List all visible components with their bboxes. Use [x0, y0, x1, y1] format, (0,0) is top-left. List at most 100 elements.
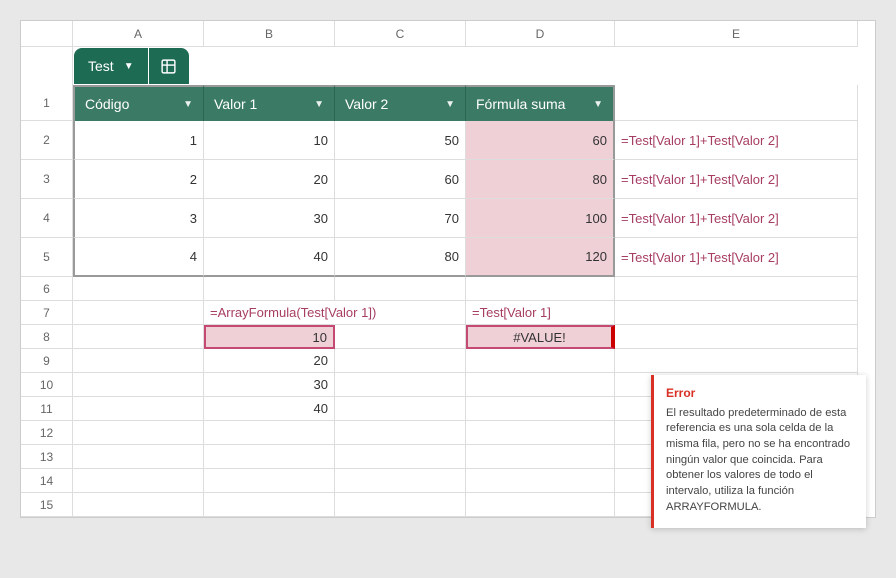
cell-d8[interactable]: #VALUE!	[466, 325, 615, 349]
cell-c12[interactable]	[335, 421, 466, 445]
table-header-valor1[interactable]: Valor 1 ▼	[204, 85, 335, 121]
chevron-down-icon[interactable]: ▼	[314, 99, 324, 110]
cell-d10[interactable]	[466, 373, 615, 397]
row-header-12[interactable]: 12	[21, 421, 73, 445]
cell-a4[interactable]: 3	[73, 199, 204, 238]
cell-c13[interactable]	[335, 445, 466, 469]
cell-e8[interactable]	[615, 325, 858, 349]
cell-a2[interactable]: 1	[73, 121, 204, 160]
cell-a12[interactable]	[73, 421, 204, 445]
col-header-d[interactable]: D	[466, 21, 615, 47]
cell-c3[interactable]: 60	[335, 160, 466, 199]
table-header-formula[interactable]: Fórmula suma ▼	[466, 85, 615, 121]
cell-a3[interactable]: 2	[73, 160, 204, 199]
cell-c6[interactable]	[335, 277, 466, 301]
cell-d14[interactable]	[466, 469, 615, 493]
cell-b10[interactable]: 30	[204, 373, 335, 397]
cell-b8[interactable]: 10	[204, 325, 335, 349]
cell-e9[interactable]	[615, 349, 858, 373]
cell-c2[interactable]: 50	[335, 121, 466, 160]
cell-e6[interactable]	[615, 277, 858, 301]
cell-b4[interactable]: 30	[204, 199, 335, 238]
header-label: Valor 1	[214, 96, 257, 112]
cell-b7[interactable]: =ArrayFormula(Test[Valor 1])	[204, 301, 335, 325]
cell-c4[interactable]: 70	[335, 199, 466, 238]
cell-a6[interactable]	[73, 277, 204, 301]
row-header-11[interactable]: 11	[21, 397, 73, 421]
row-header-1[interactable]: 1	[21, 85, 73, 121]
row-header-15[interactable]: 15	[21, 493, 73, 517]
col-header-b[interactable]: B	[204, 21, 335, 47]
cell-d13[interactable]	[466, 445, 615, 469]
table-tab[interactable]: Test ▼	[74, 48, 148, 84]
row-header-6[interactable]: 6	[21, 277, 73, 301]
cell-e7[interactable]	[615, 301, 858, 325]
cell-b3[interactable]: 20	[204, 160, 335, 199]
cell-a10[interactable]	[73, 373, 204, 397]
table-tab-wrap: Test ▼	[74, 48, 189, 84]
row-header-7[interactable]: 7	[21, 301, 73, 325]
cell-c14[interactable]	[335, 469, 466, 493]
header-label: Valor 2	[345, 96, 388, 112]
cell-a11[interactable]	[73, 397, 204, 421]
cell-c10[interactable]	[335, 373, 466, 397]
row-header-3[interactable]: 3	[21, 160, 73, 199]
row-header-14[interactable]: 14	[21, 469, 73, 493]
cell-d12[interactable]	[466, 421, 615, 445]
cell-d15[interactable]	[466, 493, 615, 517]
cell-b9[interactable]: 20	[204, 349, 335, 373]
cell-d3[interactable]: 80	[466, 160, 615, 199]
cell-a5[interactable]: 4	[73, 238, 204, 277]
table-header-valor2[interactable]: Valor 2 ▼	[335, 85, 466, 121]
col-header-e[interactable]: E	[615, 21, 858, 47]
cell-b15[interactable]	[204, 493, 335, 517]
cell-d7[interactable]: =Test[Valor 1]	[466, 301, 615, 325]
table-header-codigo[interactable]: Código ▼	[73, 85, 204, 121]
cell-c5[interactable]: 80	[335, 238, 466, 277]
cell-e3[interactable]: =Test[Valor 1]+Test[Valor 2]	[615, 160, 858, 199]
cell-a14[interactable]	[73, 469, 204, 493]
cell-e2[interactable]: =Test[Valor 1]+Test[Valor 2]	[615, 121, 858, 160]
cell-c9[interactable]	[335, 349, 466, 373]
cell-e5[interactable]: =Test[Valor 1]+Test[Valor 2]	[615, 238, 858, 277]
cell-a8[interactable]	[73, 325, 204, 349]
col-header-a[interactable]: A	[73, 21, 204, 47]
cell-b6[interactable]	[204, 277, 335, 301]
col-header-c[interactable]: C	[335, 21, 466, 47]
row-header-10[interactable]: 10	[21, 373, 73, 397]
cell-c11[interactable]	[335, 397, 466, 421]
spreadsheet: A B C D E 1 Código ▼ Valor 1 ▼ Valor 2 ▼…	[20, 20, 876, 518]
cell-b11[interactable]: 40	[204, 397, 335, 421]
cell-b5[interactable]: 40	[204, 238, 335, 277]
chevron-down-icon[interactable]: ▼	[445, 99, 455, 110]
chevron-down-icon[interactable]: ▼	[183, 99, 193, 110]
cell-e1[interactable]	[615, 85, 858, 121]
row-header-2[interactable]: 2	[21, 121, 73, 160]
corner-cell[interactable]	[21, 21, 73, 47]
cell-d9[interactable]	[466, 349, 615, 373]
cell-b13[interactable]	[204, 445, 335, 469]
cell-e4[interactable]: =Test[Valor 1]+Test[Valor 2]	[615, 199, 858, 238]
cell-b2[interactable]: 10	[204, 121, 335, 160]
cell-a9[interactable]	[73, 349, 204, 373]
row-header-13[interactable]: 13	[21, 445, 73, 469]
cell-d11[interactable]	[466, 397, 615, 421]
cell-a7[interactable]	[73, 301, 204, 325]
cell-c8[interactable]	[335, 325, 466, 349]
row-header-8[interactable]: 8	[21, 325, 73, 349]
cell-d4[interactable]: 100	[466, 199, 615, 238]
cell-b14[interactable]	[204, 469, 335, 493]
cell-b12[interactable]	[204, 421, 335, 445]
cell-d6[interactable]	[466, 277, 615, 301]
cell-d5[interactable]: 120	[466, 238, 615, 277]
row-header-9[interactable]: 9	[21, 349, 73, 373]
cell-d2[interactable]: 60	[466, 121, 615, 160]
chevron-down-icon[interactable]: ▼	[593, 99, 603, 110]
cell-a13[interactable]	[73, 445, 204, 469]
table-tools-button[interactable]	[149, 48, 189, 84]
chevron-down-icon[interactable]: ▼	[124, 61, 134, 72]
cell-c15[interactable]	[335, 493, 466, 517]
cell-a15[interactable]	[73, 493, 204, 517]
row-header-5[interactable]: 5	[21, 238, 73, 277]
row-header-4[interactable]: 4	[21, 199, 73, 238]
